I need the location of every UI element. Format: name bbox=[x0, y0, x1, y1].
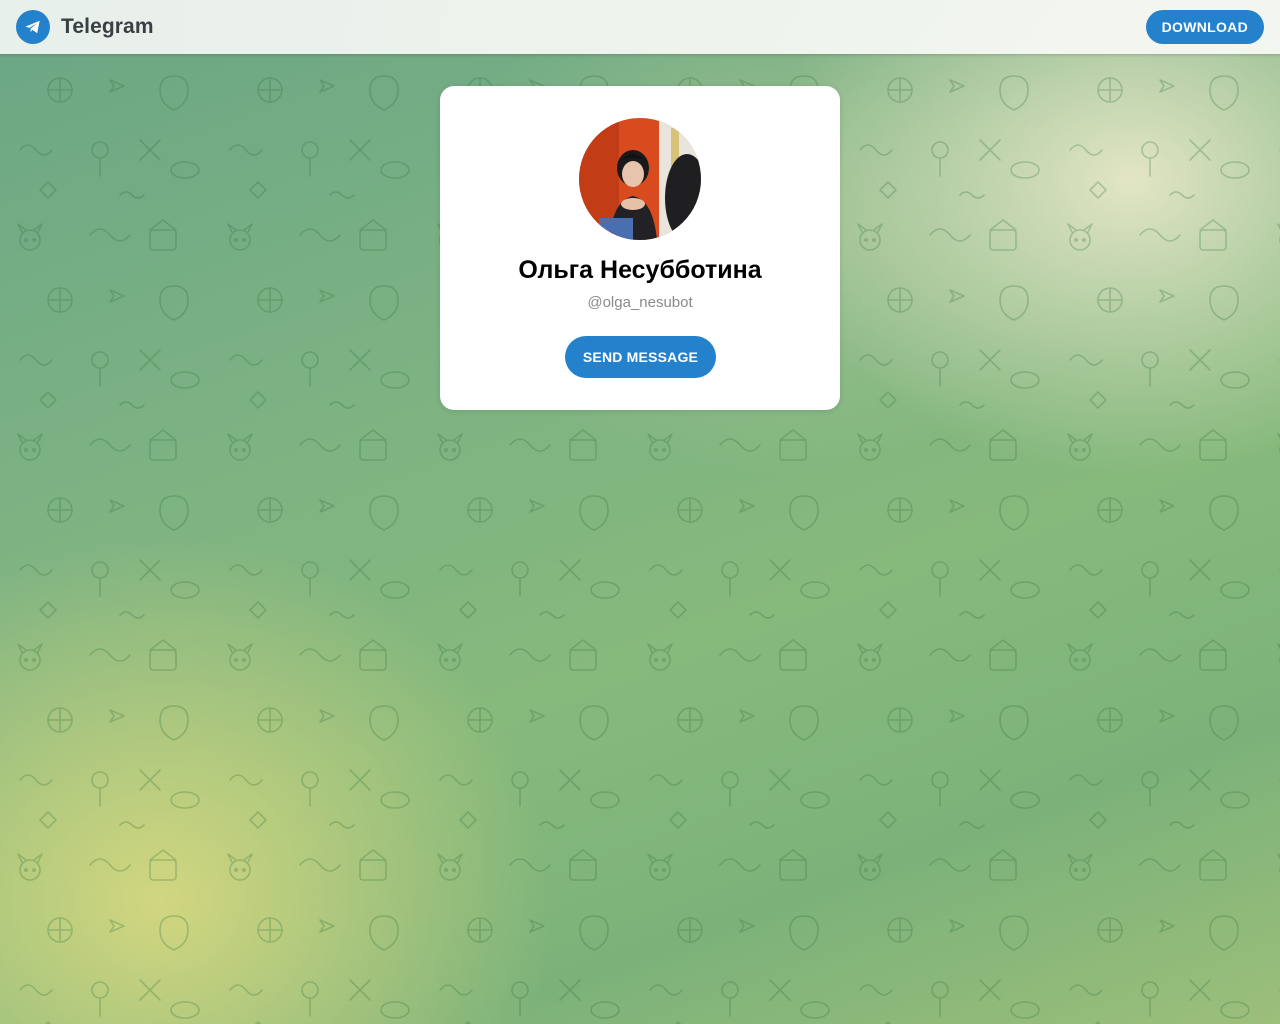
profile-avatar bbox=[579, 118, 701, 240]
top-header-bar: Telegram DOWNLOAD bbox=[0, 0, 1280, 54]
telegram-paper-plane-icon bbox=[16, 10, 50, 44]
profile-card: Ольга Несубботина @olga_nesubot SEND MES… bbox=[440, 86, 840, 410]
telegram-logo-link[interactable]: Telegram bbox=[16, 10, 154, 44]
profile-name: Ольга Несубботина bbox=[518, 256, 762, 284]
send-message-button[interactable]: SEND MESSAGE bbox=[565, 336, 716, 378]
profile-username: @olga_nesubot bbox=[587, 294, 693, 311]
app-name: Telegram bbox=[61, 15, 154, 38]
download-button[interactable]: DOWNLOAD bbox=[1145, 10, 1264, 44]
